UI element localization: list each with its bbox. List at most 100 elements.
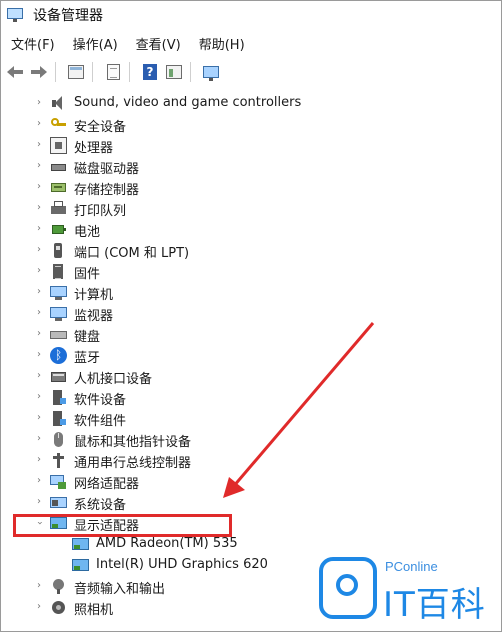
tree-item-label: 监视器 — [74, 309, 114, 324]
expand-chevron-icon[interactable]: › — [34, 287, 44, 297]
tree-item-label: 软件组件 — [74, 414, 127, 429]
help-icon: ? — [143, 64, 157, 80]
keyboard-icon — [50, 326, 67, 343]
forward-icon — [31, 66, 47, 78]
display-adapter-icon — [72, 536, 89, 553]
action-pane-button[interactable] — [164, 62, 184, 82]
expand-chevron-icon[interactable]: › — [34, 392, 44, 402]
tree-item-firmware[interactable]: › 固件 — [1, 261, 501, 282]
menu-file[interactable]: 文件(F) — [11, 32, 55, 55]
expand-chevron-icon[interactable]: › — [34, 371, 44, 381]
tree-item-usb[interactable]: › 通用串行总线控制器 — [1, 450, 501, 471]
expand-chevron-icon[interactable]: › — [34, 140, 44, 150]
tree-item-sound[interactable]: › Sound, video and game controllers — [1, 93, 501, 114]
toolbar-separator — [92, 62, 93, 82]
computer-icon — [50, 284, 67, 301]
expand-chevron-icon[interactable]: › — [34, 182, 44, 192]
tree-item-label: Sound, video and game controllers — [74, 95, 302, 110]
system-device-icon — [50, 494, 67, 511]
scan-hardware-button[interactable] — [201, 62, 221, 82]
monitor-icon — [50, 305, 67, 322]
usb-icon — [50, 452, 67, 469]
tree-item-print-queue[interactable]: › 打印队列 — [1, 198, 501, 219]
watermark-big-text: IT百科 — [383, 585, 486, 625]
audio-icon — [50, 578, 67, 595]
tree-item-mice[interactable]: › 鼠标和其他指针设备 — [1, 429, 501, 450]
tree-item-label: 系统设备 — [74, 498, 127, 513]
menu-help[interactable]: 帮助(H) — [199, 32, 245, 55]
expand-chevron-icon[interactable]: › — [34, 245, 44, 255]
watermark-small-text: PConline — [385, 559, 438, 574]
processor-chip-icon — [50, 137, 67, 154]
storage-controller-icon — [50, 179, 67, 196]
expand-chevron-icon[interactable]: › — [34, 581, 44, 591]
tree-item-label: AMD Radeon(TM) 535 — [96, 536, 238, 551]
tree-item-system[interactable]: › 系统设备 — [1, 492, 501, 514]
menu-action[interactable]: 操作(A) — [73, 32, 118, 55]
expand-chevron-icon[interactable]: › — [34, 602, 44, 612]
tree-item-bluetooth[interactable]: › 蓝牙 — [1, 345, 501, 366]
tree-item-keyboard[interactable]: › 键盘 — [1, 324, 501, 346]
expand-chevron-icon[interactable]: › — [34, 119, 44, 129]
tree-item-label: 鼠标和其他指针设备 — [74, 435, 192, 450]
tree-item-label: 打印队列 — [74, 204, 127, 219]
battery-icon — [50, 221, 67, 238]
software-device-icon — [50, 389, 67, 406]
tree-item-computer[interactable]: › 计算机 — [1, 282, 501, 303]
expand-chevron-icon[interactable]: › — [34, 224, 44, 234]
display-monitor-icon — [203, 66, 219, 81]
tree-item-security[interactable]: › 安全设备 — [1, 114, 501, 135]
back-icon — [7, 66, 23, 78]
expand-chevron-icon[interactable]: › — [34, 434, 44, 444]
window-title: 设备管理器 — [33, 8, 103, 24]
bluetooth-icon — [50, 347, 67, 364]
tree-item-hid[interactable]: › 人机接口设备 — [1, 366, 501, 388]
expand-chevron-icon[interactable]: › — [34, 350, 44, 360]
tree-item-label: 通用串行总线控制器 — [74, 456, 192, 471]
expand-chevron-icon[interactable]: › — [34, 497, 44, 507]
tree-item-disk[interactable]: › 磁盘驱动器 — [1, 156, 501, 178]
tree-item-label: 人机接口设备 — [74, 372, 153, 387]
software-component-icon — [50, 410, 67, 427]
expand-chevron-icon[interactable]: › — [34, 329, 44, 339]
expand-chevron-icon[interactable]: › — [34, 413, 44, 423]
printer-icon — [50, 200, 67, 217]
speaker-icon — [50, 95, 67, 112]
expand-chevron-icon[interactable]: › — [34, 455, 44, 465]
menu-view[interactable]: 查看(V) — [136, 32, 181, 55]
watermark-logo-icon — [319, 557, 377, 619]
tree-item-amd-radeon[interactable]: AMD Radeon(TM) 535 — [1, 534, 501, 555]
tree-item-label: 照相机 — [74, 603, 114, 618]
expand-chevron-icon[interactable]: › — [34, 266, 44, 276]
tree-item-software-devices[interactable]: › 软件设备 — [1, 387, 501, 408]
tree-item-network[interactable]: › 网络适配器 — [1, 471, 501, 492]
properties-button[interactable] — [103, 62, 123, 82]
port-icon — [50, 242, 67, 259]
back-button[interactable] — [5, 62, 25, 82]
tree-item-label: 磁盘驱动器 — [74, 162, 140, 177]
expand-chevron-icon[interactable]: › — [34, 98, 44, 108]
help-button[interactable]: ? — [140, 62, 160, 82]
tree-item-label: 键盘 — [74, 330, 101, 345]
annotation-highlight-box — [13, 514, 232, 537]
hid-icon — [50, 368, 67, 385]
tree-item-storage[interactable]: › 存储控制器 — [1, 177, 501, 199]
tree-item-software-components[interactable]: › 软件组件 — [1, 408, 501, 429]
tree-item-label: 软件设备 — [74, 393, 127, 408]
expand-chevron-icon[interactable]: › — [34, 308, 44, 318]
toolbar-separator — [190, 62, 191, 82]
show-hide-console-tree-button[interactable] — [66, 62, 86, 82]
title-bar: 设备管理器 — [1, 1, 501, 29]
expand-chevron-icon[interactable]: › — [34, 476, 44, 486]
tree-item-processor[interactable]: › 处理器 — [1, 135, 501, 156]
tree-item-battery[interactable]: › 电池 — [1, 219, 501, 241]
display-adapter-icon — [72, 557, 89, 574]
expand-chevron-icon[interactable]: › — [34, 161, 44, 171]
forward-button[interactable] — [29, 62, 49, 82]
tree-item-label: 存储控制器 — [74, 183, 140, 198]
tree-item-label: 计算机 — [74, 288, 114, 303]
tree-item-monitors[interactable]: › 监视器 — [1, 303, 501, 324]
expand-chevron-icon[interactable]: › — [34, 203, 44, 213]
tree-item-ports[interactable]: › 端口 (COM 和 LPT) — [1, 240, 501, 261]
tree-item-label: Intel(R) UHD Graphics 620 — [96, 557, 268, 572]
